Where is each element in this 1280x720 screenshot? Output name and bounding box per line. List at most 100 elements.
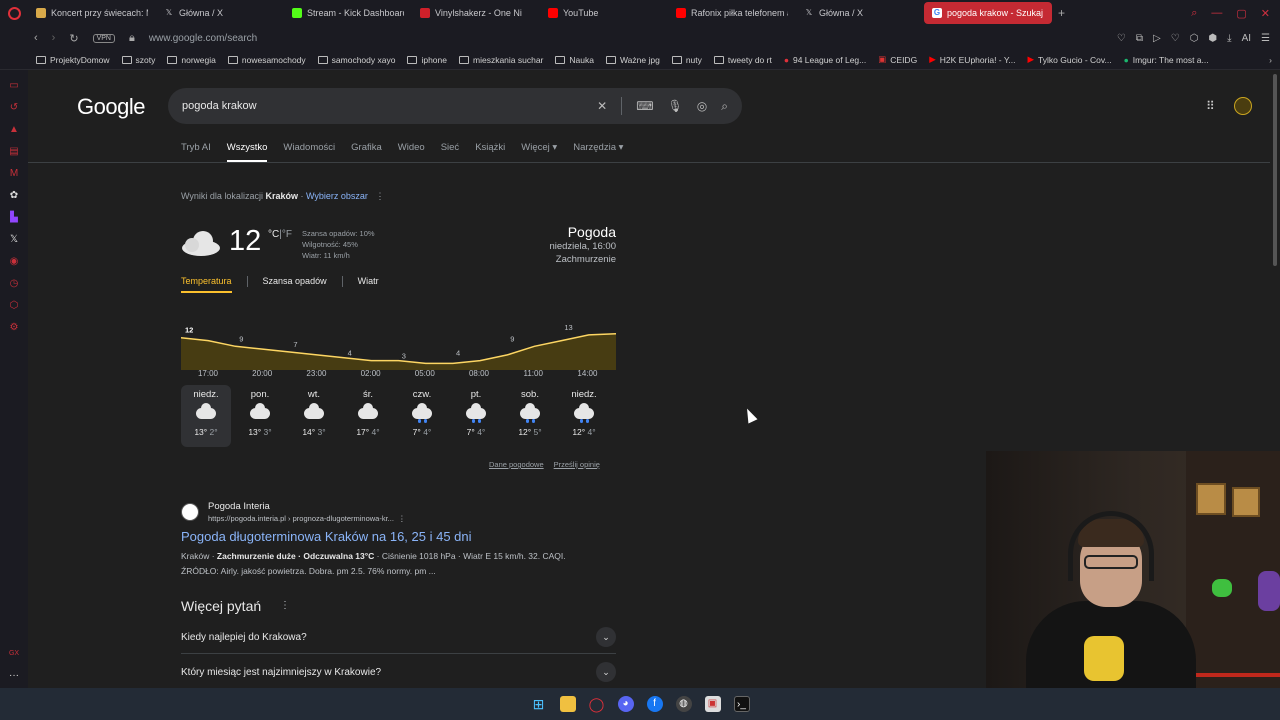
forecast-day[interactable]: niedz. 12° 4° (559, 385, 609, 447)
bookmark-folder[interactable]: nuty (671, 55, 702, 65)
tab-all[interactable]: Wszystko (226, 142, 268, 162)
forecast-day[interactable]: sob. 12° 5° (505, 385, 555, 447)
file-explorer-icon[interactable] (559, 696, 576, 712)
bookmark-link[interactable]: ▣ CEIDG (878, 54, 917, 65)
result-site-name[interactable]: Pogoda Interia (208, 501, 270, 512)
forecast-day[interactable]: niedz. 13° 2° (181, 385, 231, 447)
browser-tab[interactable]: 𝕏 Główna / X (796, 2, 924, 24)
paa-question[interactable]: Kiedy najlepiej do Krakowa? ⌄ (181, 621, 616, 654)
messenger-icon[interactable]: ▭ (8, 80, 20, 92)
bookmark-icon[interactable]: ♡ (1117, 33, 1126, 44)
browser-tab-active[interactable]: Gpogoda krakow - Szukaj w (924, 2, 1052, 24)
facebook-icon[interactable]: f (646, 696, 663, 712)
gx-label[interactable]: GX (8, 648, 20, 660)
browser-tab[interactable]: 𝕏 Główna / X (156, 2, 284, 24)
opera-gx-icon[interactable]: ◯ (589, 696, 605, 712)
paa-question[interactable]: Który miesiąc jest najzimniejszy w Krako… (181, 656, 616, 688)
app-icon[interactable]: ▣ (704, 696, 721, 712)
bookmark-link[interactable]: ● Imgur: The most a... (1124, 55, 1209, 65)
tab-web[interactable]: Sieć (441, 142, 459, 162)
more-options-icon[interactable]: ⋮ (280, 600, 290, 611)
extensions-icon[interactable]: ⬡ (8, 300, 20, 312)
play-icon[interactable]: ▷ (1153, 33, 1161, 44)
search-tabs-icon[interactable]: ⌕ (1191, 7, 1197, 20)
browser-tab[interactable]: Stream - Kick Dashboard (284, 2, 412, 24)
keyboard-icon[interactable]: ⌨ (636, 99, 653, 113)
unit-celsius[interactable]: °C (268, 229, 279, 240)
bookmark-folder[interactable]: norwegia (167, 55, 216, 65)
forecast-day[interactable]: pon. 13° 3° (235, 385, 285, 447)
forecast-day[interactable]: czw. 7° 4° (397, 385, 447, 447)
wallet-icon[interactable]: ▲ (8, 124, 20, 136)
snapshot-icon[interactable]: ⧉ (1136, 33, 1143, 44)
forecast-day[interactable]: pt. 7° 4° (451, 385, 501, 447)
download-icon[interactable]: ⤓ (1227, 33, 1231, 44)
bookmark-link[interactable]: ▶ H2K EUphoria! - Y... (929, 54, 1015, 65)
extensions-icon[interactable]: ⬡ (1190, 33, 1199, 44)
minimize-icon[interactable]: — (1211, 7, 1222, 20)
tab-tools[interactable]: Narzędzia ▾ (573, 142, 623, 162)
history-icon[interactable]: ↺ (8, 102, 20, 114)
tab-more[interactable]: Więcej ▾ (521, 142, 557, 162)
discord-icon[interactable]: ◕ (617, 696, 634, 712)
weather-data-link[interactable]: Dane pogodowe (489, 460, 544, 469)
unit-fahrenheit[interactable]: °F (282, 229, 292, 240)
x-logo-icon[interactable]: 𝕏 (8, 234, 20, 246)
microphone-icon[interactable]: 🎙︎ (668, 99, 683, 113)
bookmark-folder[interactable]: samochody xayo (317, 55, 395, 65)
avatar[interactable] (1234, 97, 1252, 115)
new-tab-button[interactable]: + (1052, 6, 1071, 20)
forecast-day[interactable]: śr. 17° 4° (343, 385, 393, 447)
search-icon[interactable]: ⌕ (721, 99, 728, 114)
bookmark-folder[interactable]: iphone (407, 55, 447, 65)
browser-tab[interactable]: Koncert przy świecach: M (28, 2, 156, 24)
browser-tab[interactable]: YouTube (540, 2, 668, 24)
tab-temperature[interactable]: Temperatura (181, 276, 232, 293)
bookmark-folder[interactable]: tweety do rt (713, 55, 772, 65)
bookmark-folder[interactable]: Nauka (555, 55, 594, 65)
chatgpt-icon[interactable]: ✿ (8, 190, 20, 202)
menu-icon[interactable]: ☰ (1261, 33, 1270, 44)
bookmark-folder[interactable]: Ważne jpg (605, 55, 660, 65)
bookmark-link[interactable]: ● 94 League of Leg... (784, 55, 866, 65)
site-favicon-icon[interactable] (181, 503, 199, 521)
close-icon[interactable]: ✕ (1261, 7, 1270, 20)
bookmark-folder[interactable]: mieszkania suchar (459, 55, 543, 65)
browser-tab[interactable]: Vinylshakerz - One Ni (412, 2, 540, 24)
browser-tab[interactable]: Rafonix piłka telefonem a (668, 2, 796, 24)
search-query[interactable]: pogoda krakow (182, 100, 257, 112)
result-title-link[interactable]: Pogoda długoterminowa Kraków na 16, 25 i… (181, 529, 472, 544)
reload-icon[interactable]: ↻ (69, 32, 78, 45)
back-icon[interactable]: ‹ (34, 32, 38, 44)
tab-books[interactable]: Książki (475, 142, 505, 162)
ai-button[interactable]: AI (1242, 33, 1251, 44)
vpn-icon[interactable]: ⬢ (1208, 33, 1217, 44)
tab-precipitation[interactable]: Szansa opadów (263, 276, 327, 293)
windows-start-icon[interactable]: ⊞ (531, 696, 547, 712)
bookmark-folder[interactable]: szoty (121, 55, 155, 65)
bookmark-folder[interactable]: ProjektyDomow (36, 55, 110, 65)
scrollbar-thumb[interactable] (1273, 74, 1277, 266)
gmail-icon[interactable]: M (8, 168, 20, 180)
more-icon[interactable]: ··· (8, 670, 20, 682)
music-icon[interactable]: ▤ (8, 146, 20, 158)
tab-ai-mode[interactable]: Tryb AI (181, 142, 211, 162)
url-field[interactable]: www.google.com/search (149, 33, 257, 44)
change-location-link[interactable]: Wybierz obszar (306, 191, 368, 201)
bookmark-folder[interactable]: nowesamochody (227, 55, 306, 65)
forward-icon[interactable]: › (52, 32, 56, 44)
tab-videos[interactable]: Wideo (398, 142, 425, 162)
settings-icon[interactable]: ⚙ (8, 322, 20, 334)
bookmark-link[interactable]: ▶ Tylko Gucio - Cov... (1028, 54, 1112, 65)
opera-logo-icon[interactable] (0, 0, 28, 26)
chevron-down-icon[interactable]: ⌄ (596, 662, 616, 682)
clear-icon[interactable]: ✕ (597, 99, 607, 113)
tab-news[interactable]: Wiadomości (283, 142, 335, 162)
tab-wind[interactable]: Wiatr (358, 276, 379, 293)
feedback-link[interactable]: Prześlij opinię (554, 460, 600, 469)
apps-grid-icon[interactable]: ⠿ (1206, 100, 1218, 112)
clock-icon[interactable]: ◷ (8, 278, 20, 290)
chevron-down-icon[interactable]: ⌄ (596, 627, 616, 647)
twitch-icon[interactable]: ▙ (8, 212, 20, 224)
heart-icon[interactable]: ♡ (1171, 33, 1180, 44)
